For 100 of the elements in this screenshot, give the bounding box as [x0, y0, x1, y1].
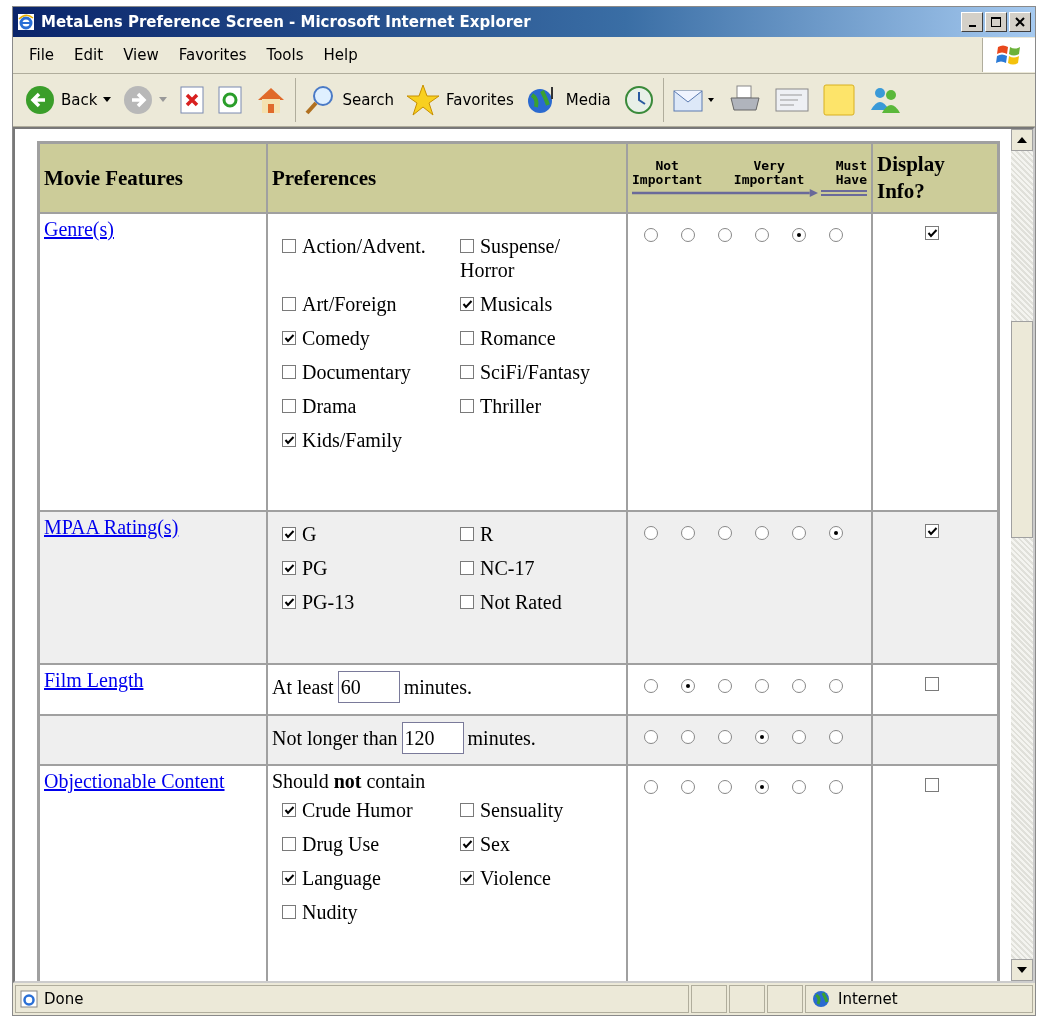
option-label[interactable]: Documentary: [282, 360, 460, 384]
checkbox[interactable]: [460, 331, 474, 345]
maximize-button[interactable]: [985, 12, 1007, 32]
scrollbar[interactable]: [1011, 129, 1033, 981]
radio-button[interactable]: [829, 730, 843, 744]
checkbox[interactable]: [460, 297, 474, 311]
radio-button[interactable]: [644, 228, 658, 242]
radio-button[interactable]: [718, 730, 732, 744]
radio-button[interactable]: [681, 730, 695, 744]
checkbox[interactable]: [282, 803, 296, 817]
option-label[interactable]: Suspense/ Horror: [460, 234, 615, 282]
radio-button[interactable]: [681, 526, 695, 540]
radio-button[interactable]: [829, 780, 843, 794]
option-label[interactable]: Language: [282, 866, 460, 890]
minimize-button[interactable]: [961, 12, 983, 32]
checkbox[interactable]: [925, 524, 939, 538]
checkbox[interactable]: [282, 871, 296, 885]
menu-item[interactable]: View: [113, 46, 169, 64]
checkbox[interactable]: [925, 677, 939, 691]
radio-button[interactable]: [792, 679, 806, 693]
checkbox[interactable]: [460, 595, 474, 609]
feature-link[interactable]: Genre(s): [44, 218, 114, 240]
radio-button[interactable]: [755, 730, 769, 744]
checkbox[interactable]: [460, 871, 474, 885]
option-label[interactable]: Art/Foreign: [282, 292, 460, 316]
radio-button[interactable]: [644, 679, 658, 693]
checkbox[interactable]: [282, 399, 296, 413]
checkbox[interactable]: [460, 239, 474, 253]
checkbox[interactable]: [460, 527, 474, 541]
radio-button[interactable]: [792, 730, 806, 744]
option-label[interactable]: Comedy: [282, 326, 460, 350]
radio-button[interactable]: [755, 780, 769, 794]
radio-button[interactable]: [644, 780, 658, 794]
option-label[interactable]: Drama: [282, 394, 460, 418]
radio-button[interactable]: [792, 780, 806, 794]
feature-link[interactable]: MPAA Rating(s): [44, 516, 179, 538]
option-label[interactable]: G: [282, 522, 460, 546]
option-label[interactable]: Nudity: [282, 900, 460, 924]
option-label[interactable]: Drug Use: [282, 832, 460, 856]
checkbox[interactable]: [460, 365, 474, 379]
radio-button[interactable]: [681, 780, 695, 794]
radio-button[interactable]: [718, 228, 732, 242]
menu-item[interactable]: File: [19, 46, 65, 64]
radio-button[interactable]: [829, 526, 843, 540]
option-label[interactable]: Kids/Family: [282, 428, 460, 452]
option-label[interactable]: Violence: [460, 866, 615, 890]
checkbox[interactable]: [282, 331, 296, 345]
radio-button[interactable]: [829, 228, 843, 242]
menu-item[interactable]: Help: [313, 46, 368, 64]
close-button[interactable]: [1009, 12, 1031, 32]
option-label[interactable]: Sensuality: [460, 798, 615, 822]
checkbox[interactable]: [460, 561, 474, 575]
option-label[interactable]: Sex: [460, 832, 615, 856]
checkbox[interactable]: [282, 297, 296, 311]
option-label[interactable]: R: [460, 522, 615, 546]
back-button[interactable]: Back: [21, 78, 116, 122]
media-button[interactable]: Media: [521, 78, 615, 122]
radio-button[interactable]: [718, 780, 732, 794]
checkbox[interactable]: [460, 837, 474, 851]
menu-item[interactable]: Edit: [64, 46, 114, 64]
option-label[interactable]: NC-17: [460, 556, 615, 580]
option-label[interactable]: Romance: [460, 326, 615, 350]
checkbox[interactable]: [925, 226, 939, 240]
checkbox[interactable]: [925, 778, 939, 792]
checkbox[interactable]: [282, 239, 296, 253]
option-label[interactable]: SciFi/Fantasy: [460, 360, 615, 384]
radio-button[interactable]: [644, 526, 658, 540]
checkbox[interactable]: [460, 399, 474, 413]
feature-link[interactable]: Objectionable Content: [44, 770, 225, 792]
radio-button[interactable]: [755, 679, 769, 693]
checkbox[interactable]: [282, 561, 296, 575]
checkbox[interactable]: [282, 527, 296, 541]
radio-button[interactable]: [718, 526, 732, 540]
radio-button[interactable]: [792, 228, 806, 242]
feature-link[interactable]: Film Length: [44, 669, 144, 691]
option-label[interactable]: Action/Advent.: [282, 234, 460, 258]
radio-button[interactable]: [829, 679, 843, 693]
radio-button[interactable]: [792, 526, 806, 540]
option-label[interactable]: PG-13: [282, 590, 460, 614]
option-label[interactable]: Not Rated: [460, 590, 615, 614]
radio-button[interactable]: [755, 228, 769, 242]
checkbox[interactable]: [282, 905, 296, 919]
radio-button[interactable]: [718, 679, 732, 693]
option-label[interactable]: Crude Humor: [282, 798, 460, 822]
menu-item[interactable]: Favorites: [168, 46, 257, 64]
checkbox[interactable]: [460, 803, 474, 817]
checkbox[interactable]: [282, 365, 296, 379]
option-label[interactable]: Thriller: [460, 394, 615, 418]
option-label[interactable]: Musicals: [460, 292, 615, 316]
radio-button[interactable]: [644, 730, 658, 744]
checkbox[interactable]: [282, 595, 296, 609]
number-field[interactable]: 60: [337, 671, 400, 703]
scroll-thumb[interactable]: [1011, 321, 1033, 538]
number-field[interactable]: 120: [401, 722, 464, 754]
radio-button[interactable]: [755, 526, 769, 540]
option-label[interactable]: PG: [282, 556, 460, 580]
favorites-button[interactable]: Favorites: [401, 78, 518, 122]
radio-button[interactable]: [681, 228, 695, 242]
checkbox[interactable]: [282, 433, 296, 447]
search-button[interactable]: Search: [295, 78, 398, 122]
